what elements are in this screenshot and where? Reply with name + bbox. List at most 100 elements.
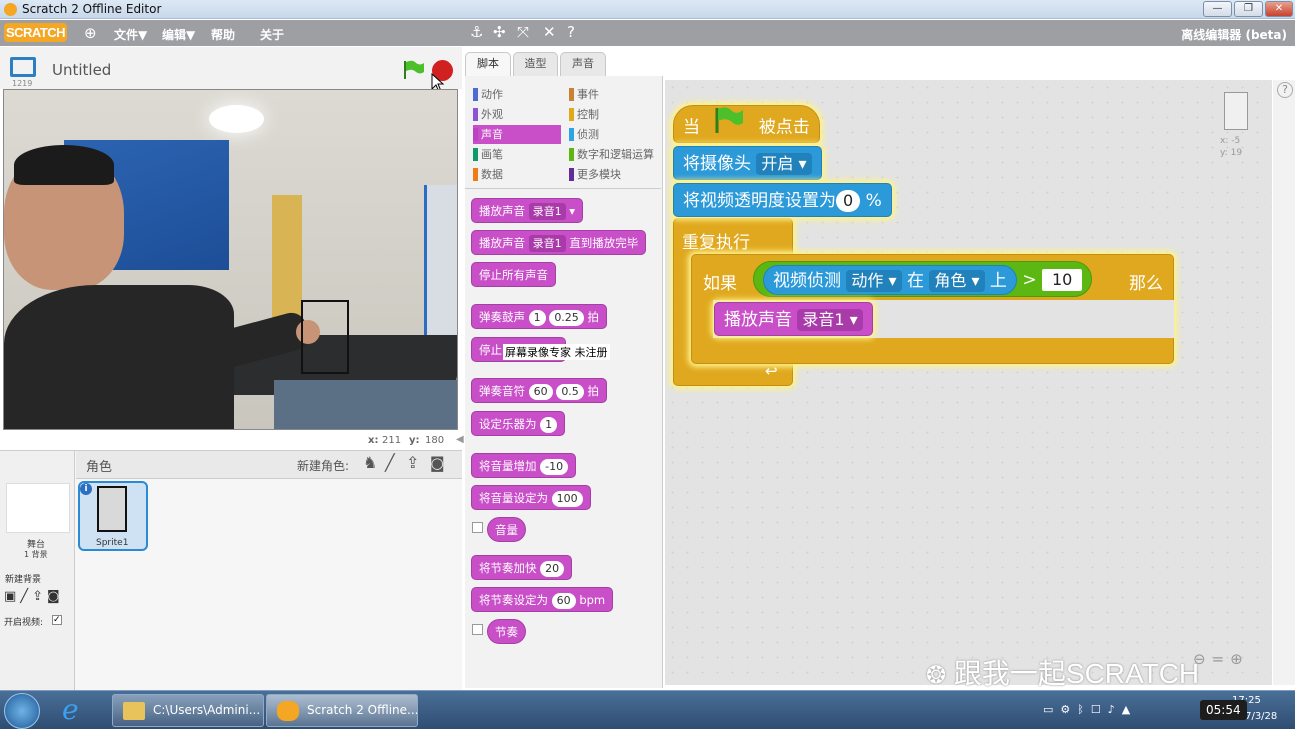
maximize-button[interactable]: ❐ (1234, 1, 1263, 17)
hat-green-flag-icon (713, 106, 745, 149)
paint-sprite-icon[interactable]: ╱ (385, 453, 395, 472)
category-label: 外观 (481, 108, 503, 121)
globe-icon[interactable]: ⊕ (84, 24, 97, 42)
menu-edit[interactable]: 编辑▼ (162, 26, 195, 43)
video-sensing-reporter[interactable]: 视频侦测 动作 ▾ 在 角色 ▾ 上 (763, 265, 1017, 295)
tab-sounds[interactable]: 声音 (560, 52, 606, 76)
category-right-2[interactable]: 侦测 (569, 125, 657, 144)
fullscreen-icon[interactable] (10, 57, 36, 77)
category-left-2[interactable]: 声音 (473, 125, 561, 144)
tab-scripts[interactable]: 脚本 (465, 52, 511, 76)
category-right-4[interactable]: 更多模块 (569, 165, 657, 184)
scratch-logo[interactable]: SCRATCH (4, 23, 67, 42)
system-tray-icons[interactable]: ▭⚙ᛒ☐♪▲ (1043, 703, 1137, 716)
block-play-sound-until-done[interactable]: 播放声音 录音1 直到播放完毕 (471, 230, 647, 255)
set-video-transparency-block[interactable]: 将视频透明度设置为 0 % (673, 183, 892, 217)
block-set-instrument[interactable]: 设定乐器为 1 (471, 411, 566, 436)
video-checkbox[interactable]: ✓ (52, 615, 62, 625)
minimize-button[interactable]: — (1203, 1, 1232, 17)
category-right-3[interactable]: 数字和逻辑运算 (569, 145, 657, 164)
camera-dropdown[interactable]: 开启 ▾ (756, 153, 812, 175)
help-icon[interactable]: ? (567, 23, 575, 41)
change-volume-input[interactable]: -10 (540, 458, 569, 475)
choose-sprite-icon[interactable]: ♞ (363, 453, 377, 472)
then-label: 那么 (1129, 274, 1163, 294)
block-change-tempo[interactable]: 将节奏加快 20 (471, 555, 573, 580)
set-tempo-input[interactable]: 60 (551, 592, 576, 609)
category-label: 数字和逻辑运算 (577, 148, 654, 161)
cut-icon[interactable]: ✣ (493, 23, 506, 41)
menu-about[interactable]: 关于 (260, 26, 284, 43)
instrument-input[interactable]: 1 (540, 416, 558, 433)
taskbar-scratch[interactable]: Scratch 2 Offline... (266, 694, 418, 727)
category-color-swatch (569, 88, 574, 101)
block-set-tempo[interactable]: 将节奏设定为 60 bpm (471, 587, 614, 612)
category-left-1[interactable]: 外观 (473, 105, 561, 124)
zoom-controls[interactable]: ⊖=⊕ (1193, 650, 1249, 668)
close-button[interactable]: ✕ (1265, 1, 1293, 17)
shrink-icon[interactable]: ✕ (543, 23, 556, 41)
stage-header: 1219 Untitled (0, 47, 462, 93)
category-left-3[interactable]: 画笔 (473, 145, 561, 164)
category-left-4[interactable]: 数据 (473, 165, 561, 184)
block-play-sound[interactable]: 播放声音 录音1 ▾ (471, 198, 584, 223)
play-sound-until-dropdown[interactable]: 录音1 (528, 235, 566, 252)
beats-label: 拍 (587, 310, 599, 324)
info-icon[interactable]: i (80, 483, 92, 495)
camera-toggle-block[interactable]: 将摄像头 开启 ▾ (673, 146, 822, 180)
block-play-drum[interactable]: 弹奏鼓声 1 0.25 拍 (471, 304, 607, 329)
note-input[interactable]: 60 (528, 383, 553, 400)
play-sound-dropdown[interactable]: 录音1 (528, 203, 566, 220)
sensing-attr-dropdown[interactable]: 动作 ▾ (846, 270, 902, 292)
note-beats-input[interactable]: 0.5 (556, 383, 584, 400)
tab-costumes[interactable]: 造型 (513, 52, 558, 76)
menu-file[interactable]: 文件▼ (114, 26, 147, 43)
video-toggle-label: 开启视频: (4, 618, 44, 628)
scripts-area[interactable]: 当 被点击 将摄像头 开启 ▾ 将视频透明度设置为 0 % 重复执行 如果 视频侦… (665, 80, 1272, 685)
threshold-input[interactable]: 10 (1041, 269, 1083, 291)
greater-than-operator[interactable]: 视频侦测 动作 ▾ 在 角色 ▾ 上 > 10 (753, 261, 1093, 297)
block-stop-all-sounds[interactable]: 停止所有声音 (471, 262, 556, 287)
green-flag-icon[interactable] (403, 60, 425, 83)
camera-sprite-icon[interactable]: ◙ (430, 454, 445, 472)
stage-thumbnail[interactable] (6, 483, 70, 533)
window-title-bar[interactable]: Scratch 2 Offline Editor — ❐ ✕ (0, 0, 1295, 19)
category-right-1[interactable]: 控制 (569, 105, 657, 124)
internet-explorer-icon[interactable]: e (62, 693, 79, 726)
collapse-arrow-icon[interactable]: ◀ (456, 434, 464, 445)
help-sidebar (1273, 80, 1295, 685)
upload-sprite-icon[interactable]: ⇪ (406, 453, 419, 472)
sprite1-on-stage[interactable] (301, 300, 349, 374)
start-button[interactable] (4, 693, 40, 729)
new-backdrop-icons[interactable]: ▣╱⇪◙ (4, 589, 64, 604)
block-play-note[interactable]: 弹奏音符 60 0.5 拍 (471, 378, 607, 403)
set-volume-input[interactable]: 100 (551, 490, 583, 507)
block-set-volume[interactable]: 将音量设定为 100 (471, 485, 591, 510)
change-tempo-input[interactable]: 20 (540, 560, 565, 577)
play-sound-script-block[interactable]: 播放声音 录音1 ▾ (714, 302, 873, 336)
play-sound-until-label: 播放声音 (479, 236, 525, 250)
menu-help[interactable]: 帮助 (211, 26, 235, 43)
stage-canvas[interactable] (3, 89, 458, 430)
volume-checkbox[interactable] (472, 522, 483, 533)
category-left-0[interactable]: 动作 (473, 85, 561, 104)
tempo-checkbox[interactable] (472, 624, 483, 635)
mouse-x-value: 211 (382, 435, 402, 446)
change-volume-label: 将音量增加 (479, 459, 537, 473)
sprite-info-thumbnail (1224, 92, 1248, 130)
reporter-volume[interactable]: 音量 (487, 517, 526, 542)
duplicate-stamp-icon[interactable]: ⚓ (470, 23, 483, 41)
play-sound-script-dropdown[interactable]: 录音1 ▾ (797, 309, 863, 331)
help-icon-circle[interactable]: ? (1277, 82, 1293, 98)
sensing-target-dropdown[interactable]: 角色 ▾ (929, 270, 985, 292)
when-flag-clicked-block[interactable]: 当 被点击 (673, 105, 820, 143)
taskbar-explorer[interactable]: C:\Users\Admini... (112, 694, 264, 727)
category-right-0[interactable]: 事件 (569, 85, 657, 104)
reporter-tempo[interactable]: 节奏 (487, 619, 526, 644)
grow-icon[interactable]: ⤧ (517, 23, 529, 41)
transparency-input[interactable]: 0 (836, 190, 861, 212)
block-change-volume[interactable]: 将音量增加 -10 (471, 453, 577, 478)
drum-beats-input[interactable]: 0.25 (549, 309, 584, 326)
project-title-field[interactable]: Untitled (52, 61, 111, 79)
drum-input[interactable]: 1 (528, 309, 546, 326)
